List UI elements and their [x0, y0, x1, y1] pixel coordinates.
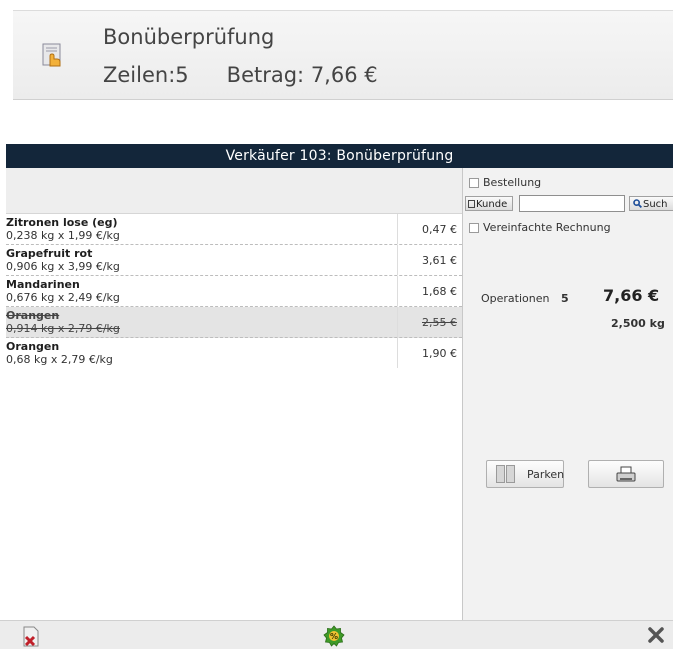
banner-stats: Zeilen:5 Betrag: 7,66 €: [103, 63, 378, 87]
column-divider: [397, 276, 398, 306]
checkbox-box[interactable]: [469, 178, 479, 188]
customer-button-label: Kunde: [476, 199, 508, 210]
receipt-line[interactable]: Mandarinen 0,676 kg x 2,49 €/kg 1,68 €: [6, 276, 462, 307]
receipt-sidebar: Bestellung Kunde Such Vereinfachte Rechn…: [463, 168, 673, 620]
search-button[interactable]: Such: [629, 196, 673, 211]
item-price: 0,47 €: [422, 223, 457, 236]
print-button[interactable]: [588, 460, 664, 488]
item-detail: 0,676 kg x 2,49 €/kg: [6, 291, 120, 304]
simplified-invoice-checkbox[interactable]: Vereinfachte Rechnung: [469, 221, 611, 234]
item-detail: 0,238 kg x 1,99 €/kg: [6, 229, 120, 242]
amount-label: Betrag:: [226, 63, 305, 87]
operations-count: 5: [561, 292, 569, 305]
order-checkbox[interactable]: Bestellung: [469, 176, 541, 189]
item-name: Grapefruit rot: [6, 247, 93, 260]
printer-icon: [616, 466, 636, 482]
column-divider: [397, 307, 398, 337]
item-name: Zitronen lose (eg): [6, 216, 118, 229]
checkbox-box[interactable]: [469, 223, 479, 233]
item-detail: 0,68 kg x 2,79 €/kg: [6, 353, 113, 366]
summary-banner: Bonüberprüfung Zeilen:5 Betrag: 7,66 €: [13, 10, 673, 100]
item-name: Mandarinen: [6, 278, 80, 291]
item-name: Orangen: [6, 309, 60, 322]
customer-input[interactable]: [519, 195, 625, 212]
column-divider: [397, 245, 398, 275]
receipt-lines-pane: Zitronen lose (eg) 0,238 kg x 1,99 €/kg …: [6, 168, 463, 620]
operations-label: Operationen: [481, 292, 550, 305]
item-price: 1,68 €: [422, 285, 457, 298]
receipt-line[interactable]: Grapefruit rot 0,906 kg x 3,99 €/kg 3,61…: [6, 245, 462, 276]
simplified-invoice-label: Vereinfachte Rechnung: [483, 221, 611, 234]
discount-badge-icon[interactable]: %: [323, 625, 345, 647]
banner-title: Bonüberprüfung: [103, 25, 275, 49]
item-detail: 0,906 kg x 3,99 €/kg: [6, 260, 120, 273]
customer-button[interactable]: Kunde: [465, 196, 513, 211]
receipt-list: Zitronen lose (eg) 0,238 kg x 1,99 €/kg …: [6, 214, 462, 368]
window-titlebar: Verkäufer 103: Bonüberprüfung: [6, 144, 673, 168]
svg-text:%: %: [330, 632, 338, 641]
customer-icon: [468, 200, 475, 208]
item-price: 2,55 €: [422, 316, 457, 329]
close-icon[interactable]: [648, 627, 664, 643]
receipt-line[interactable]: Zitronen lose (eg) 0,238 kg x 1,99 €/kg …: [6, 214, 462, 245]
receipt-header: [6, 168, 462, 214]
receipt-line-cancelled[interactable]: Orangen 0,914 kg x 2,79 €/kg 2,55 €: [6, 307, 462, 338]
column-divider: [397, 214, 398, 244]
park-button[interactable]: Parken: [486, 460, 564, 488]
park-button-label: Parken: [527, 468, 565, 481]
park-icon: [496, 465, 515, 483]
item-detail: 0,914 kg x 2,79 €/kg: [6, 322, 120, 335]
column-divider: [397, 338, 398, 368]
receipt-hand-icon: [42, 43, 61, 67]
item-price: 3,61 €: [422, 254, 457, 267]
receipt-line[interactable]: Orangen 0,68 kg x 2,79 €/kg 1,90 €: [6, 338, 462, 368]
receipt-total: 7,66 €: [603, 286, 660, 305]
bottom-toolbar: %: [0, 620, 673, 649]
search-icon: [633, 199, 643, 209]
search-button-label: Such: [643, 199, 668, 210]
item-name: Orangen: [6, 340, 60, 353]
item-price: 1,90 €: [422, 347, 457, 360]
total-weight: 2,500 kg: [611, 317, 665, 330]
order-label: Bestellung: [483, 176, 542, 189]
amount-value: 7,66 €: [310, 63, 378, 87]
delete-receipt-icon[interactable]: [20, 625, 42, 647]
lines-value: 5: [175, 63, 189, 87]
lines-label: Zeilen:: [103, 63, 176, 87]
